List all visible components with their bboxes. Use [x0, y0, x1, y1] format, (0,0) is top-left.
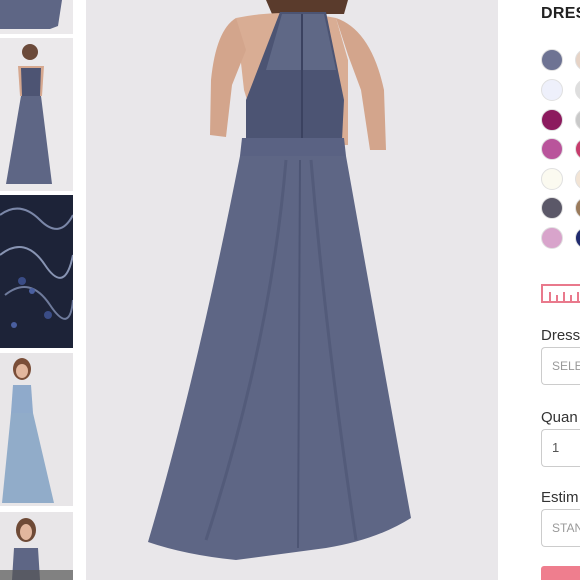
- color-swatch[interactable]: [541, 197, 563, 219]
- color-swatch[interactable]: [575, 49, 580, 71]
- color-swatch[interactable]: [575, 227, 580, 249]
- dress-size-select[interactable]: SELECT: [541, 347, 580, 385]
- color-swatch[interactable]: [575, 168, 580, 190]
- thumbnail-dress-front-slate[interactable]: [0, 512, 73, 580]
- product-title: DRESS: [541, 5, 580, 22]
- thumbnail-dress-front-light-blue[interactable]: [0, 353, 73, 506]
- dress-size-label: Dress: [541, 327, 580, 344]
- color-swatch[interactable]: [541, 138, 563, 160]
- color-swatch[interactable]: [541, 168, 563, 190]
- color-swatch[interactable]: [575, 79, 580, 101]
- color-swatch[interactable]: [575, 109, 580, 131]
- color-swatch[interactable]: [575, 197, 580, 219]
- thumbnail-dress-bottom[interactable]: [0, 0, 73, 34]
- thumbnail-lace-detail[interactable]: [0, 195, 73, 348]
- shipping-select[interactable]: STAN: [541, 509, 580, 547]
- dress-back-photo: [86, 0, 498, 580]
- color-swatch[interactable]: [541, 109, 563, 131]
- estimated-delivery-label: Estim: [541, 489, 579, 506]
- product-options-panel: DRESS Dress SELECT Quan 1 Estim STAN: [526, 0, 580, 580]
- thumbnail-dress-back[interactable]: [0, 38, 73, 191]
- main-product-image: [86, 0, 498, 580]
- color-swatch[interactable]: [575, 138, 580, 160]
- quantity-input[interactable]: 1: [541, 429, 580, 467]
- color-swatch[interactable]: [541, 49, 563, 71]
- size-chart-ruler-icon[interactable]: [541, 284, 580, 303]
- thumbnail-strip: [0, 0, 73, 580]
- color-swatch[interactable]: [541, 79, 563, 101]
- color-swatch[interactable]: [541, 227, 563, 249]
- quantity-label: Quan: [541, 409, 578, 426]
- add-to-cart-button[interactable]: [541, 566, 580, 580]
